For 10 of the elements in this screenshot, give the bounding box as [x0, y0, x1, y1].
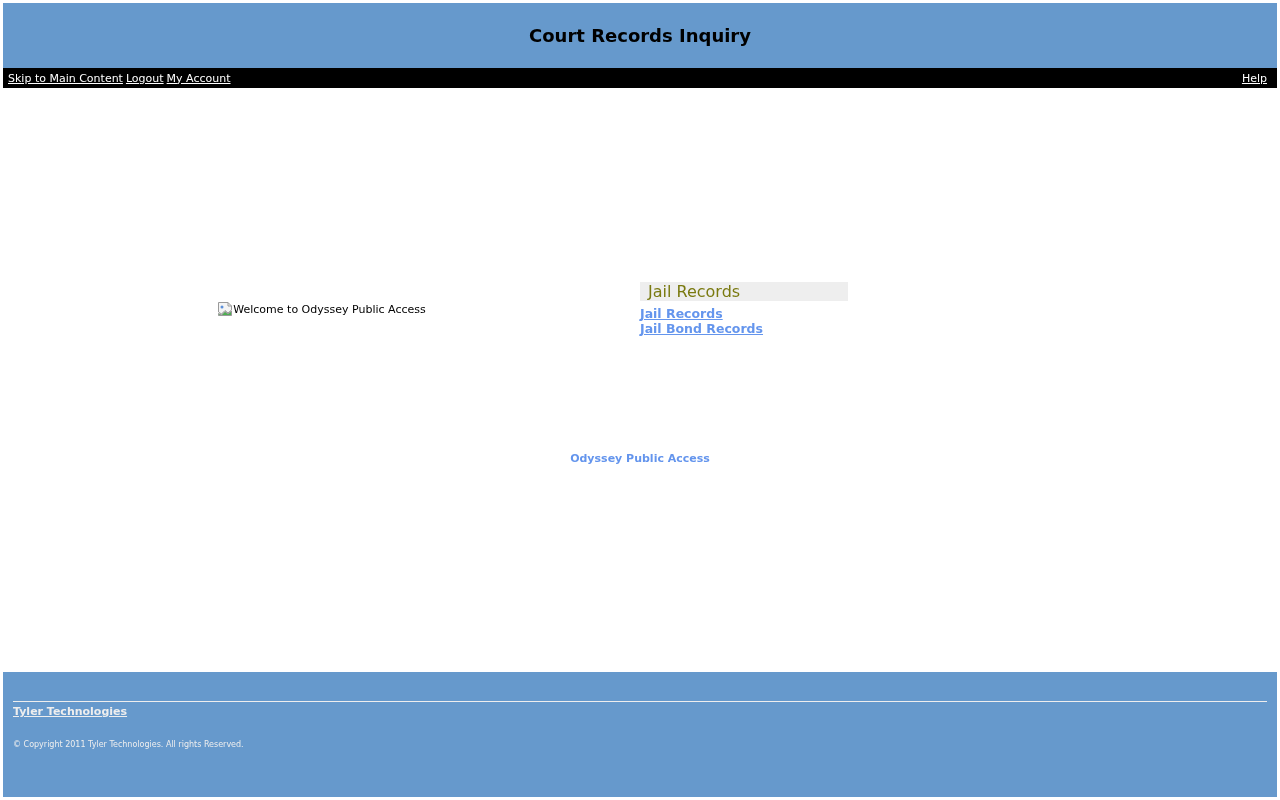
help-link[interactable]: Help — [1241, 71, 1267, 85]
caption-text: Odyssey Public Access — [570, 452, 710, 465]
nav-link[interactable]: Logout — [125, 71, 164, 85]
page-title: Court Records Inquiry — [529, 25, 751, 46]
copyright-text: © Copyright 2011 Tyler Technologies. All rights Reserved. — [13, 740, 244, 749]
nav-link[interactable]: My Account — [166, 71, 231, 85]
panel-heading: Jail Records — [640, 282, 848, 301]
broken-image-icon — [217, 301, 234, 317]
image-alt-text: Welcome to Odyssey Public Access — [233, 302, 426, 316]
nav-link[interactable]: Skip to Main Content — [8, 71, 123, 85]
